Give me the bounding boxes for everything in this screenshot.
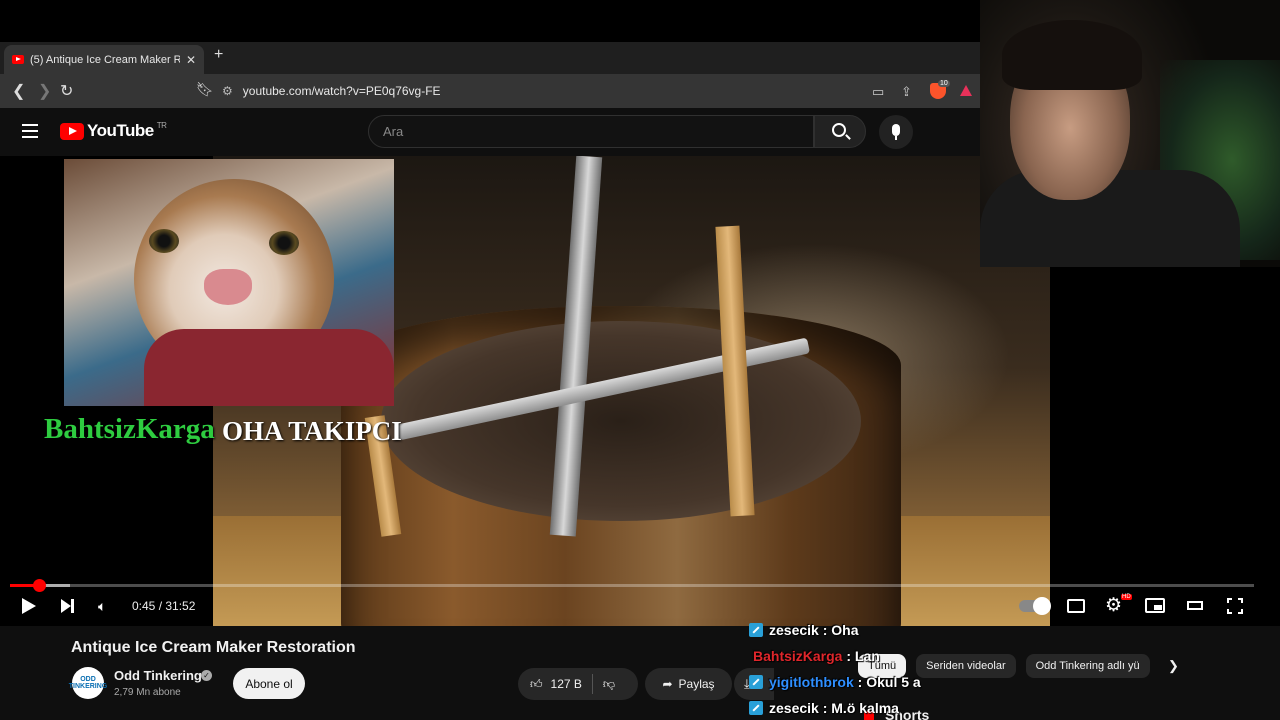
cat-alert-image bbox=[64, 159, 394, 406]
cat-eye-left bbox=[149, 229, 179, 253]
search-icon[interactable] bbox=[832, 123, 846, 137]
reload-icon[interactable]: ↻ bbox=[60, 81, 73, 101]
chat-text: : Oha bbox=[822, 622, 859, 638]
chat-message: yigitlothbrok : Okul 5 a bbox=[749, 669, 979, 695]
voice-search-icon[interactable] bbox=[879, 115, 913, 149]
brave-rewards-icon[interactable] bbox=[960, 85, 972, 96]
video-title: Antique Ice Cream Maker Restoration bbox=[71, 639, 356, 656]
thumbs-up-icon: 👍︎ bbox=[530, 676, 543, 691]
like-count: 127 B bbox=[550, 677, 582, 691]
streamer-webcam bbox=[980, 0, 1280, 267]
region-code: TR bbox=[156, 121, 167, 130]
chat-username: zesecik bbox=[769, 622, 819, 638]
webcam-hair bbox=[1002, 20, 1142, 90]
cat-nose bbox=[204, 269, 252, 305]
share-page-icon[interactable]: ⇪ bbox=[901, 84, 912, 100]
hd-badge: HD bbox=[1121, 594, 1132, 600]
progress-bar[interactable] bbox=[10, 584, 1254, 587]
like-button[interactable]: 👍︎ 127 B bbox=[518, 677, 582, 692]
chat-message: BahtsizKarga : Lan bbox=[749, 643, 979, 669]
settings-gear-icon[interactable]: ⚙︎ bbox=[1105, 596, 1122, 615]
share-label: Paylaş bbox=[678, 677, 715, 691]
verified-check-icon: ✓ bbox=[201, 670, 212, 681]
share-icon: ➦ bbox=[662, 677, 673, 691]
browser-tabstrip: (5) Antique Ice Cream Maker Res ✕ bbox=[0, 42, 980, 74]
site-settings-icon[interactable]: ⚙︎ bbox=[222, 84, 233, 98]
share-button[interactable]: ➦ Paylaş bbox=[645, 668, 732, 700]
chat-badge-icon bbox=[749, 701, 763, 715]
like-divider bbox=[591, 674, 593, 694]
youtube-logo-text[interactable]: YouTube TR bbox=[87, 121, 167, 141]
chat-text: : M.ö kalma bbox=[822, 700, 899, 716]
chat-username: yigitlothbrok bbox=[769, 674, 854, 690]
chat-text: : Lan bbox=[846, 648, 880, 664]
close-tab-icon[interactable]: ✕ bbox=[186, 53, 196, 67]
volume-icon[interactable]: 🔈︎ bbox=[98, 598, 106, 615]
chevron-right-icon[interactable]: ❯ bbox=[1168, 658, 1179, 674]
cat-eye-right bbox=[269, 231, 299, 255]
progress-scrubber[interactable] bbox=[33, 579, 46, 592]
search-input[interactable]: Ara bbox=[368, 115, 814, 148]
webcam-shirt bbox=[980, 170, 1240, 267]
subtitles-icon[interactable] bbox=[1067, 599, 1085, 613]
url-text: youtube.com/watch?v=PE0q76vg-FE bbox=[242, 84, 441, 98]
chat-username: zesecik bbox=[769, 700, 819, 716]
miniplayer-icon[interactable] bbox=[1145, 598, 1165, 613]
chip-channel[interactable]: Odd Tinkering adlı yü bbox=[1025, 654, 1150, 678]
chat-badge-icon bbox=[749, 623, 763, 637]
chat-message: zesecik : M.ö kalma bbox=[749, 695, 979, 720]
chat-text: : Okul 5 a bbox=[857, 674, 921, 690]
youtube-logo-icon[interactable] bbox=[60, 123, 84, 140]
chat-username: BahtsizKarga bbox=[753, 648, 843, 664]
browser-tab[interactable]: (5) Antique Ice Cream Maker Res ✕ bbox=[4, 45, 204, 74]
theater-mode-icon[interactable] bbox=[1187, 601, 1203, 610]
stream-chat-overlay: zesecik : Oha BahtsizKarga : Lan yigitlo… bbox=[749, 617, 979, 720]
autoplay-toggle[interactable] bbox=[1019, 597, 1051, 615]
time-display: 0:45 / 31:52 bbox=[132, 599, 196, 613]
thumbs-down-icon[interactable]: 👎︎ bbox=[603, 677, 615, 692]
subscribe-button[interactable]: Abone ol bbox=[233, 668, 305, 699]
url-field[interactable]: ⚙︎ youtube.com/watch?v=PE0q76vg-FE bbox=[222, 78, 922, 104]
cat-body bbox=[144, 329, 394, 406]
next-video-icon[interactable] bbox=[61, 599, 74, 613]
back-arrow-icon[interactable]: ❮ bbox=[12, 81, 25, 101]
subscriber-count: 2,79 Mn abone bbox=[114, 687, 181, 698]
tab-title: (5) Antique Ice Cream Maker Res bbox=[30, 53, 180, 66]
cast-icon[interactable]: ▭ bbox=[872, 84, 884, 100]
bookmark-icon[interactable]: 🔖︎ bbox=[196, 81, 214, 98]
new-tab-button[interactable]: + bbox=[214, 46, 223, 64]
alert-username: BahtsizKarga bbox=[44, 413, 215, 445]
youtube-favicon-icon bbox=[12, 55, 24, 64]
chat-message: zesecik : Oha bbox=[749, 617, 979, 643]
chat-badge-icon bbox=[749, 675, 763, 689]
brave-badge: 10 bbox=[938, 80, 950, 87]
forward-arrow-icon[interactable]: ❯ bbox=[38, 81, 51, 101]
channel-avatar[interactable]: ODD TINKERING bbox=[69, 667, 107, 699]
like-dislike-group: 👍︎ 127 B 👎︎ bbox=[518, 668, 638, 700]
play-icon[interactable] bbox=[22, 598, 36, 614]
alert-message: OHA TAKIPCI bbox=[222, 416, 402, 446]
channel-name[interactable]: Odd Tinkering bbox=[114, 668, 202, 683]
menu-icon[interactable] bbox=[22, 124, 38, 138]
fullscreen-icon[interactable] bbox=[1226, 597, 1244, 615]
search-placeholder: Ara bbox=[383, 124, 404, 139]
